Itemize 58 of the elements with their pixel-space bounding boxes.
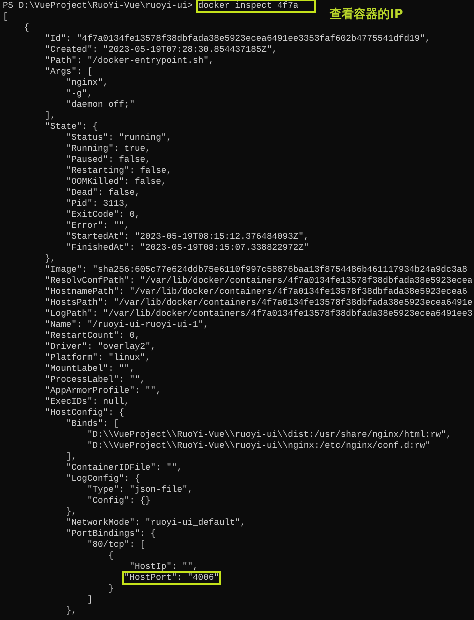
output-line: ], (65, 452, 77, 463)
output-line: "80/tcp": [ (86, 540, 146, 551)
output-line: }, (65, 507, 77, 518)
annotation-label: 查看容器的IP (330, 7, 404, 21)
output-line: "FinishedAt": "2023-05-19T08:15:07.338822972Z" (65, 243, 310, 254)
output-line: "Path": "/docker-entrypoint.sh", (44, 56, 214, 67)
output-line: "Id": "4f7a0134fe13578f38dbfada38e5923ecea6491ee3353faf602b4775541dfd19", (44, 34, 431, 45)
output-line: "LogPath": "/var/lib/docker/containers/4f7a0134fe13578f38dbfada38e5923ecea6491ee3 (44, 309, 473, 320)
output-line: "RestartCount": 0, (44, 331, 140, 342)
output-line: "Type": "json-file", (86, 485, 194, 496)
output-line: "PortBindings": { (65, 529, 156, 540)
output-line: "Pid": 3113, (65, 199, 130, 210)
output-line: [ (3, 12, 8, 23)
output-line: "Dead": false, (65, 188, 140, 199)
output-line: "ProcessLabel": "", (44, 375, 146, 386)
output-line: "Args": [ (44, 67, 93, 78)
output-line: "Config": {} (86, 496, 151, 507)
output-line: "-g", (65, 89, 93, 100)
output-line: "HostsPath": "/var/lib/docker/containers/4f7a0134fe13578f38dbfada38e5923ecea6491e (44, 298, 473, 309)
output-line: "StartedAt": "2023-05-19T08:15:12.376484093Z", (65, 232, 310, 243)
output-line: "daemon off;" (65, 100, 135, 111)
output-line: "AppArmorProfile": "", (44, 386, 162, 397)
output-line: "Name": "/ruoyi-ui-ruoyi-ui-1", (44, 320, 209, 331)
output-line: "D:\\VueProject\\RuoYi-Vue\\ruoyi-ui\\dist:/usr/share/nginx/html:rw", (86, 430, 452, 441)
output-line: "State": { (44, 122, 98, 133)
output-line: "Driver": "overlay2", (44, 342, 156, 353)
output-line: }, (44, 254, 56, 265)
output-line: "Running": true, (65, 144, 151, 155)
output-line: "D:\\VueProject\\RuoYi-Vue\\ruoyi-ui\\nginx:/etc/nginx/conf.d:rw" (86, 441, 431, 452)
output-line: "ExitCode": 0, (65, 210, 140, 221)
output-line: "Created": "2023-05-19T07:28:30.854437185Z", (44, 45, 278, 56)
output-line: "Status": "running", (65, 133, 172, 144)
output-line: "Image": "sha256:605c77e624ddb75e6110f997c58876baa13f8754486b461117934b24a9dc3a8 (44, 265, 468, 276)
output-line: "nginx", (65, 78, 109, 89)
output-line: "ResolvConfPath": "/var/lib/docker/containers/4f7a0134fe13578f38dbfada38e5923ecea (44, 276, 473, 287)
output-line: { (108, 551, 114, 562)
output-line: }, (65, 606, 77, 617)
output-line: "HostConfig": { (44, 408, 124, 419)
output-line: "HostIp": "", (128, 562, 198, 573)
output-line: } (108, 584, 114, 595)
command-text: docker inspect 4f7a (198, 1, 314, 11)
output-line: "NetworkMode": "ruoyi-ui_default", (65, 518, 246, 529)
highlighted-output: "HostPort": "4006" (124, 573, 220, 583)
output-line: "Platform": "linux", (44, 353, 151, 364)
output-line: "Binds": [ (65, 419, 120, 430)
output-line: "Paused": false, (65, 155, 151, 166)
output-line: "LogConfig": { (65, 474, 140, 485)
output-line: "OOMKilled": false, (65, 177, 167, 188)
output-line: "MountLabel": "", (44, 364, 135, 375)
output-line: { (23, 23, 30, 34)
output-line: "ExecIDs": null, (44, 397, 130, 408)
output-line: ], (44, 111, 56, 122)
prompt-text: PS D:\VueProject\RuoYi-Vue\ruoyi-ui> (3, 1, 194, 11)
output-line: ] (86, 595, 93, 606)
output-line: "Error": "", (65, 221, 130, 232)
output-line: "HostnamePath": "/var/lib/docker/containers/4f7a0134fe13578f38dbfada38e5923ecea6 (44, 287, 468, 298)
output-line: "Restarting": false, (65, 166, 172, 177)
output-line: "ContainerIDFile": "", (65, 463, 182, 474)
